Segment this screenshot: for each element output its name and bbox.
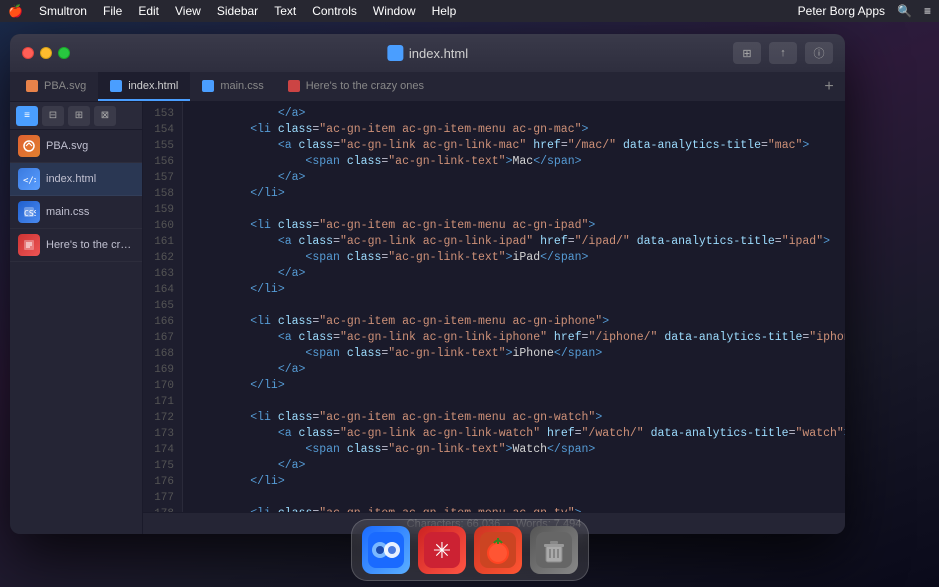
- menu-edit[interactable]: Edit: [138, 4, 159, 18]
- tab-label-main-css: main.css: [220, 80, 263, 92]
- minimize-button[interactable]: [40, 47, 52, 59]
- sidebar-toolbar: ≡ ⊟ ⊞ ⊠: [10, 102, 142, 130]
- sidebar-filename-html: index.html: [46, 173, 134, 185]
- code-line: </a>: [195, 170, 845, 186]
- code-line: <a class="ac-gn-link ac-gn-link-iphone" …: [195, 330, 845, 346]
- code-line: <span class="ac-gn-link-text">iPad</span…: [195, 250, 845, 266]
- tab-icon-svg: [26, 80, 38, 92]
- close-button[interactable]: [22, 47, 34, 59]
- add-tab-button[interactable]: +: [817, 72, 841, 101]
- code-line: [195, 298, 845, 314]
- sidebar-view-btn-1[interactable]: ≡: [16, 106, 38, 126]
- dock-item-smultron[interactable]: ✳: [418, 526, 466, 574]
- sidebar-file-pba-svg[interactable]: PBA.svg: [10, 130, 142, 163]
- main-content: ≡ ⊟ ⊞ ⊠ PBA.svg: [10, 102, 845, 534]
- sidebar-filename-svg: PBA.svg: [46, 140, 134, 152]
- share-button[interactable]: ↑: [769, 42, 797, 64]
- code-line: <li class="ac-gn-item ac-gn-item-menu ac…: [195, 122, 845, 138]
- sidebar-file-index-html[interactable]: </> index.html: [10, 163, 142, 196]
- tab-main-css[interactable]: main.css: [190, 72, 275, 101]
- file-icon-svg: [18, 135, 40, 157]
- tab-crazy-ones[interactable]: Here's to the crazy ones: [276, 72, 436, 101]
- menu-text[interactable]: Text: [274, 4, 296, 18]
- code-line: <li class="ac-gn-item ac-gn-item-menu ac…: [195, 218, 845, 234]
- editor-content[interactable]: 153 154 155 156 157 158 159 160 161 162 …: [143, 102, 845, 512]
- tab-label-crazy-ones: Here's to the crazy ones: [306, 80, 424, 92]
- search-icon[interactable]: 🔍: [897, 4, 912, 18]
- code-line: </li>: [195, 282, 845, 298]
- title-bar-file-icon: [387, 45, 403, 61]
- tab-bar: PBA.svg index.html main.css Here's to th…: [10, 72, 845, 102]
- menu-sidebar[interactable]: Sidebar: [217, 4, 258, 18]
- title-bar-filename: index.html: [409, 46, 468, 61]
- code-line: </a>: [195, 106, 845, 122]
- code-line: [195, 490, 845, 506]
- tab-icon-html: [110, 80, 122, 92]
- code-line: </a>: [195, 362, 845, 378]
- tab-pba-svg[interactable]: PBA.svg: [14, 72, 98, 101]
- maximize-button[interactable]: [58, 47, 70, 59]
- menu-help[interactable]: Help: [432, 4, 457, 18]
- menu-icon[interactable]: ≡: [924, 4, 931, 18]
- sidebar-file-crazy-ones[interactable]: Here's to the crazy ones: [10, 229, 142, 262]
- app-name: Smultron: [39, 4, 87, 18]
- tab-label-pba-svg: PBA.svg: [44, 80, 86, 92]
- code-line: </a>: [195, 266, 845, 282]
- dock-item-trash[interactable]: [530, 526, 578, 574]
- user-name: Peter Borg Apps: [798, 4, 885, 18]
- traffic-lights: [22, 47, 70, 59]
- code-line: </a>: [195, 458, 845, 474]
- code-line: <span class="ac-gn-link-text">iPhone</sp…: [195, 346, 845, 362]
- code-line: <a class="ac-gn-link ac-gn-link-watch" h…: [195, 426, 845, 442]
- menu-controls[interactable]: Controls: [312, 4, 357, 18]
- tab-label-index-html: index.html: [128, 80, 178, 92]
- menu-bar: 🍎 Smultron File Edit View Sidebar Text C…: [0, 0, 939, 22]
- svg-text:CSS: CSS: [24, 209, 36, 218]
- editor-area[interactable]: 153 154 155 156 157 158 159 160 161 162 …: [143, 102, 845, 534]
- info-button[interactable]: ⓘ: [805, 42, 833, 64]
- dock: ✳: [351, 519, 589, 581]
- code-line: <span class="ac-gn-link-text">Mac</span>: [195, 154, 845, 170]
- svg-text:</>: </>: [23, 176, 36, 186]
- apple-menu[interactable]: 🍎: [8, 4, 23, 18]
- sidebar-view-btn-2[interactable]: ⊟: [42, 106, 64, 126]
- tab-icon-css: [202, 80, 214, 92]
- code-line: [195, 202, 845, 218]
- desktop: index.html ⊞ ↑ ⓘ PBA.svg index.html main…: [0, 22, 939, 587]
- title-bar-actions: ⊞ ↑ ⓘ: [733, 42, 833, 64]
- sidebar: ≡ ⊟ ⊞ ⊠ PBA.svg: [10, 102, 143, 534]
- code-lines[interactable]: </a> <li class="ac-gn-item ac-gn-item-me…: [183, 102, 845, 512]
- menu-bar-right: Peter Borg Apps 🔍 ≡: [798, 4, 931, 18]
- title-bar-center: index.html: [387, 45, 468, 61]
- sidebar-view-btn-4[interactable]: ⊠: [94, 106, 116, 126]
- menu-view[interactable]: View: [175, 4, 201, 18]
- code-line: <li class="ac-gn-item ac-gn-item-menu ac…: [195, 314, 845, 330]
- sidebar-filename-txt: Here's to the crazy ones: [46, 239, 134, 251]
- menu-file[interactable]: File: [103, 4, 122, 18]
- svg-text:✳: ✳: [432, 538, 450, 563]
- code-line: </li>: [195, 186, 845, 202]
- line-numbers: 153 154 155 156 157 158 159 160 161 162 …: [143, 102, 183, 512]
- tab-icon-txt: [288, 80, 300, 92]
- dock-item-tomato[interactable]: [474, 526, 522, 574]
- file-icon-css: CSS: [18, 201, 40, 223]
- code-line: <a class="ac-gn-link ac-gn-link-mac" hre…: [195, 138, 845, 154]
- code-line: <a class="ac-gn-link ac-gn-link-ipad" hr…: [195, 234, 845, 250]
- menu-window[interactable]: Window: [373, 4, 416, 18]
- code-line: [195, 394, 845, 410]
- file-icon-txt: [18, 234, 40, 256]
- sidebar-view-btn-3[interactable]: ⊞: [68, 106, 90, 126]
- code-line: </li>: [195, 378, 845, 394]
- sidebar-file-main-css[interactable]: CSS main.css: [10, 196, 142, 229]
- sidebar-toggle-button[interactable]: ⊞: [733, 42, 761, 64]
- code-line: </li>: [195, 474, 845, 490]
- dock-item-finder[interactable]: [362, 526, 410, 574]
- file-icon-html: </>: [18, 168, 40, 190]
- code-line: <li class="ac-gn-item ac-gn-item-menu ac…: [195, 410, 845, 426]
- tab-index-html[interactable]: index.html: [98, 72, 190, 101]
- code-line: <span class="ac-gn-link-text">Watch</spa…: [195, 442, 845, 458]
- title-bar: index.html ⊞ ↑ ⓘ: [10, 34, 845, 72]
- app-window: index.html ⊞ ↑ ⓘ PBA.svg index.html main…: [10, 34, 845, 534]
- sidebar-filename-css: main.css: [46, 206, 134, 218]
